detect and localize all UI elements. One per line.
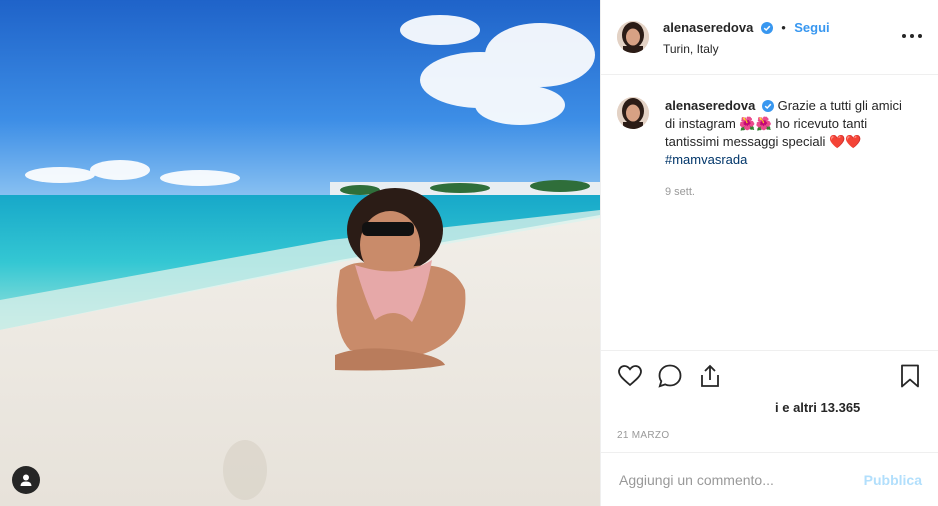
post-details-panel: alenaseredova • Segui Turin, Italy alena… [600, 0, 938, 506]
heart-icon[interactable] [617, 363, 643, 389]
follow-button[interactable]: Segui [794, 20, 829, 35]
likes-count[interactable]: i e altri 13.365 [775, 400, 860, 415]
comment-input[interactable] [617, 470, 864, 489]
post-photo[interactable] [0, 0, 600, 506]
caption-username-link[interactable]: alenaseredova [665, 98, 755, 113]
username-link[interactable]: alenaseredova [663, 20, 753, 35]
more-options-icon[interactable] [902, 28, 922, 44]
hashtag-link[interactable]: #mamvasrada [665, 152, 747, 167]
bookmark-icon[interactable] [897, 363, 923, 389]
avatar[interactable] [617, 21, 649, 53]
comment-bubble-icon[interactable] [657, 363, 683, 389]
action-bar [601, 355, 938, 395]
location-link[interactable]: Turin, Italy [663, 42, 830, 56]
separator-dot: • [781, 19, 786, 35]
comments-section: alenaseredova Grazie a tutti gli amici d… [601, 75, 938, 351]
add-comment-bar: Pubblica [601, 452, 938, 506]
user-tag-icon[interactable] [12, 466, 40, 494]
verified-badge-icon [760, 21, 773, 34]
caption-timestamp: 9 sett. [665, 186, 695, 198]
share-icon[interactable] [697, 363, 723, 389]
post-date: 21 MARZO [617, 430, 670, 441]
avatar[interactable] [617, 97, 649, 129]
verified-badge-icon [761, 100, 774, 112]
publish-button[interactable]: Pubblica [864, 472, 922, 488]
caption-comment: alenaseredova Grazie a tutti gli amici d… [617, 97, 922, 201]
beach-photo-image [0, 0, 600, 506]
post-header: alenaseredova • Segui Turin, Italy [601, 0, 938, 75]
